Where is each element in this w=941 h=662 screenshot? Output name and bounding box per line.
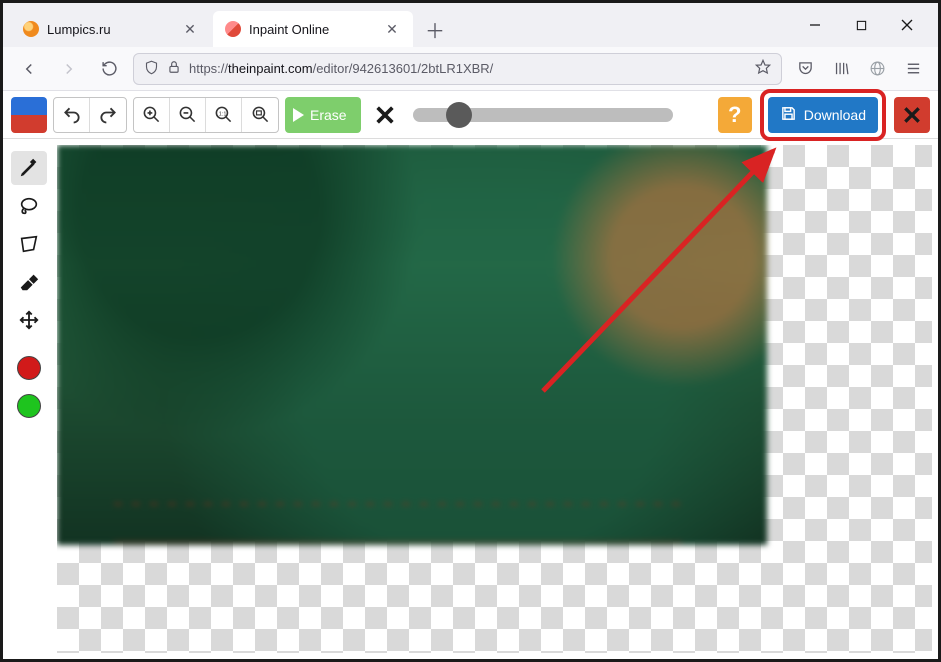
undo-redo-group	[53, 97, 127, 133]
canvas-area[interactable]	[57, 145, 932, 653]
green-dot-icon	[17, 394, 41, 418]
mask-color-red[interactable]	[11, 351, 47, 385]
erase-label: Erase	[310, 107, 347, 123]
bookmark-star-icon[interactable]	[755, 59, 771, 78]
zoom-group: 1:1	[133, 97, 279, 133]
tab-close-icon[interactable]: ✕	[181, 20, 199, 38]
svg-text:1:1: 1:1	[219, 111, 227, 117]
zoom-actual-button[interactable]: 1:1	[206, 98, 242, 132]
shield-icon	[144, 60, 159, 78]
globe-icon[interactable]	[862, 53, 892, 85]
url-bar[interactable]: https://theinpaint.com/editor/942613601/…	[133, 53, 782, 85]
window-close[interactable]	[884, 7, 930, 43]
nav-reload-button[interactable]	[93, 53, 125, 85]
nav-forward-button	[53, 53, 85, 85]
help-icon: ?	[728, 102, 741, 128]
app-logo	[11, 97, 47, 133]
undo-button[interactable]	[54, 98, 90, 132]
zoom-in-button[interactable]	[134, 98, 170, 132]
zoom-out-button[interactable]	[170, 98, 206, 132]
library-icon[interactable]	[826, 53, 856, 85]
hamburger-menu-icon[interactable]	[898, 53, 928, 85]
browser-tab-inpaint[interactable]: Inpaint Online ✕	[213, 11, 413, 47]
erase-button[interactable]: Erase	[285, 97, 361, 133]
move-tool[interactable]	[11, 303, 47, 337]
nav-back-button[interactable]	[13, 53, 45, 85]
slider-thumb[interactable]	[446, 102, 472, 128]
favicon-lumpics	[23, 21, 39, 37]
pocket-icon[interactable]	[790, 53, 820, 85]
download-button[interactable]: Download	[768, 97, 878, 133]
annotation-highlight: Download	[760, 89, 886, 141]
tab-title: Inpaint Online	[249, 22, 383, 37]
tab-title: Lumpics.ru	[47, 22, 181, 37]
play-icon	[293, 108, 304, 122]
lasso-tool[interactable]	[11, 189, 47, 223]
zoom-fit-button[interactable]	[242, 98, 278, 132]
help-button[interactable]: ?	[718, 97, 752, 133]
favicon-inpaint	[225, 21, 241, 37]
window-minimize[interactable]	[792, 7, 838, 43]
mask-color-green[interactable]	[11, 389, 47, 423]
lock-icon	[167, 60, 181, 77]
brush-size-slider[interactable]	[413, 97, 673, 133]
exit-button[interactable]	[894, 97, 930, 133]
tool-sidebar	[9, 151, 49, 423]
marker-tool[interactable]	[11, 151, 47, 185]
save-icon	[780, 105, 797, 125]
clear-mask-button[interactable]	[367, 97, 403, 133]
tab-close-icon[interactable]: ✕	[383, 20, 401, 38]
window-controls	[792, 3, 930, 47]
browser-tab-lumpics[interactable]: Lumpics.ru ✕	[11, 11, 211, 47]
new-tab-button[interactable]: ＋	[419, 13, 451, 45]
edited-image[interactable]	[57, 145, 767, 545]
url-text: https://theinpaint.com/editor/942613601/…	[189, 61, 747, 76]
redo-button[interactable]	[90, 98, 126, 132]
polygon-tool[interactable]	[11, 227, 47, 261]
window-maximize[interactable]	[838, 7, 884, 43]
red-dot-icon	[17, 356, 41, 380]
eraser-tool[interactable]	[11, 265, 47, 299]
download-label: Download	[804, 107, 866, 123]
